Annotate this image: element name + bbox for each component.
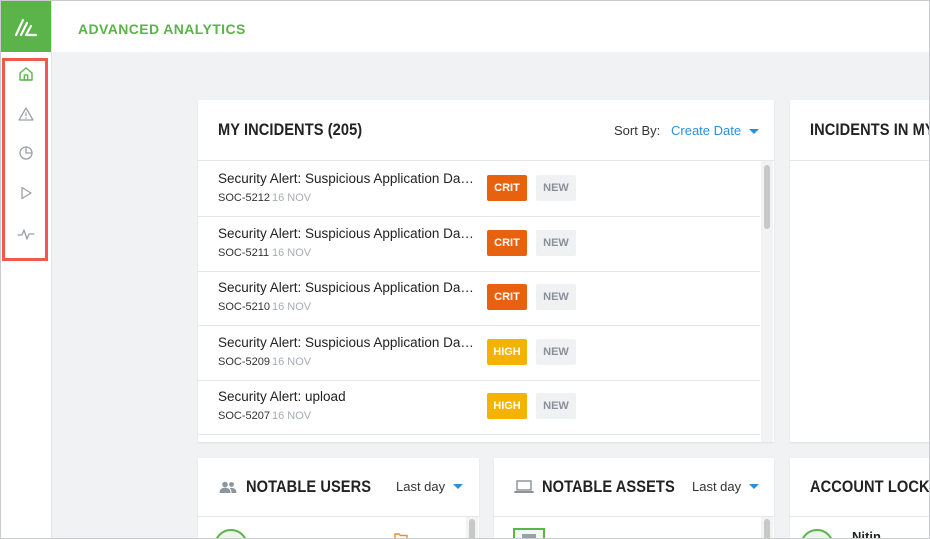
status-badge: NEW (536, 393, 576, 419)
sidebar-item-alerts[interactable] (15, 103, 37, 125)
avatar[interactable] (800, 529, 834, 538)
scrollbar[interactable] (761, 517, 773, 538)
incident-id: SOC-5212 (218, 192, 270, 204)
incident-row[interactable]: Security Alert: Suspicious Application D… (198, 216, 760, 272)
incident-id: SOC-5207 (218, 410, 270, 422)
card-divider (494, 516, 774, 517)
sort-by-dropdown[interactable]: Create Date (671, 123, 741, 138)
account-lockouts-card: ACCOUNT LOCKOUTS Nitin (790, 458, 930, 539)
warning-icon (18, 107, 34, 121)
pulse-icon (17, 229, 35, 240)
notable-assets-card: NOTABLE ASSETS Last day (494, 458, 774, 538)
scrollbar[interactable] (761, 161, 773, 442)
severity-badge: CRIT (487, 284, 527, 310)
period-dropdown[interactable]: Last day (692, 479, 741, 494)
incident-row[interactable]: Security Alert: Suspicious Application D… (198, 270, 760, 326)
windows-icon (522, 534, 536, 538)
incident-row[interactable]: Security Alert: Suspicious Application D… (198, 161, 760, 217)
incident-row[interactable]: Security Alert: upload SOC-5207 16 NOV HIGH… (198, 379, 760, 435)
status-badge: NEW (536, 229, 576, 256)
account-lockouts-title: ACCOUNT LOCKOUTS (810, 477, 930, 496)
incident-id: SOC-5210 (218, 301, 270, 313)
asset-icon[interactable] (513, 528, 545, 538)
incident-date: 16 NOV (272, 410, 312, 422)
incident-title[interactable]: Security Alert: upload (218, 389, 476, 404)
chevron-down-icon[interactable] (453, 484, 463, 489)
home-icon (19, 67, 33, 81)
incident-title[interactable]: Security Alert: Suspicious Application D… (218, 226, 476, 241)
folder-icon (394, 533, 408, 538)
top-bar: ADVANCED ANALYTICS (52, 1, 929, 52)
card-divider (198, 516, 479, 517)
users-icon (219, 481, 237, 493)
sidebar-item-reports[interactable] (15, 142, 37, 164)
laptop-icon (514, 480, 534, 493)
play-icon (21, 186, 32, 200)
my-incidents-card: MY INCIDENTS (205) Sort By: Create Date … (198, 100, 774, 442)
status-badge: NEW (536, 175, 576, 201)
scrollbar-thumb[interactable] (469, 519, 475, 538)
notable-users-card: NOTABLE USERS Last day (198, 458, 479, 538)
incident-id: SOC-5211 (218, 246, 270, 259)
severity-badge: HIGH (487, 393, 527, 419)
incident-id: SOC-5209 (218, 355, 270, 368)
incident-row[interactable]: Security Alert: Suspicious Application D… (198, 325, 760, 381)
sort-by-label: Sort By: (614, 123, 661, 138)
incident-title[interactable]: Security Alert: Suspicious Application D… (218, 280, 476, 295)
sidebar (1, 1, 52, 538)
notable-users-title: NOTABLE USERS (246, 477, 372, 496)
sidebar-item-playbooks[interactable] (15, 182, 37, 204)
incident-date: 16 NOV (272, 246, 312, 259)
chevron-down-icon[interactable] (749, 484, 759, 489)
lockout-user-name: Nitin (852, 529, 881, 539)
card-divider (790, 516, 929, 517)
avatar[interactable] (214, 529, 248, 538)
notable-assets-title: NOTABLE ASSETS (542, 477, 675, 496)
sidebar-item-home[interactable] (15, 63, 37, 85)
status-badge: NEW (536, 284, 576, 310)
severity-badge: CRIT (487, 175, 527, 201)
sidebar-item-activity[interactable] (15, 223, 37, 245)
app-window: ADVANCED ANALYTICS MY INCIDENTS (205) So… (0, 0, 930, 539)
scrollbar-thumb[interactable] (764, 165, 770, 229)
chevron-down-icon[interactable] (749, 129, 759, 134)
incident-title[interactable]: Security Alert: Suspicious Application D… (218, 335, 476, 350)
incident-date: 16 NOV (272, 192, 312, 204)
app-title: ADVANCED ANALYTICS (78, 21, 246, 37)
logo[interactable] (1, 1, 51, 52)
my-incidents-title: MY INCIDENTS (205) (218, 120, 363, 139)
incident-date: 16 NOV (272, 355, 312, 368)
severity-badge: HIGH (487, 338, 527, 365)
card-divider (790, 160, 929, 161)
incident-date: 16 NOV (272, 301, 312, 313)
incident-title[interactable]: Security Alert: Suspicious Application D… (218, 171, 476, 186)
logo-icon (14, 18, 38, 36)
scrollbar-thumb[interactable] (764, 519, 770, 538)
scrollbar[interactable] (466, 517, 478, 538)
status-badge: NEW (536, 338, 576, 365)
period-dropdown[interactable]: Last day (396, 479, 445, 494)
severity-badge: CRIT (487, 229, 527, 256)
pie-chart-icon (19, 146, 33, 160)
incidents-queue-title: INCIDENTS IN MY QUEUE (810, 120, 929, 139)
incidents-queue-card: INCIDENTS IN MY QUEUE (790, 100, 929, 442)
